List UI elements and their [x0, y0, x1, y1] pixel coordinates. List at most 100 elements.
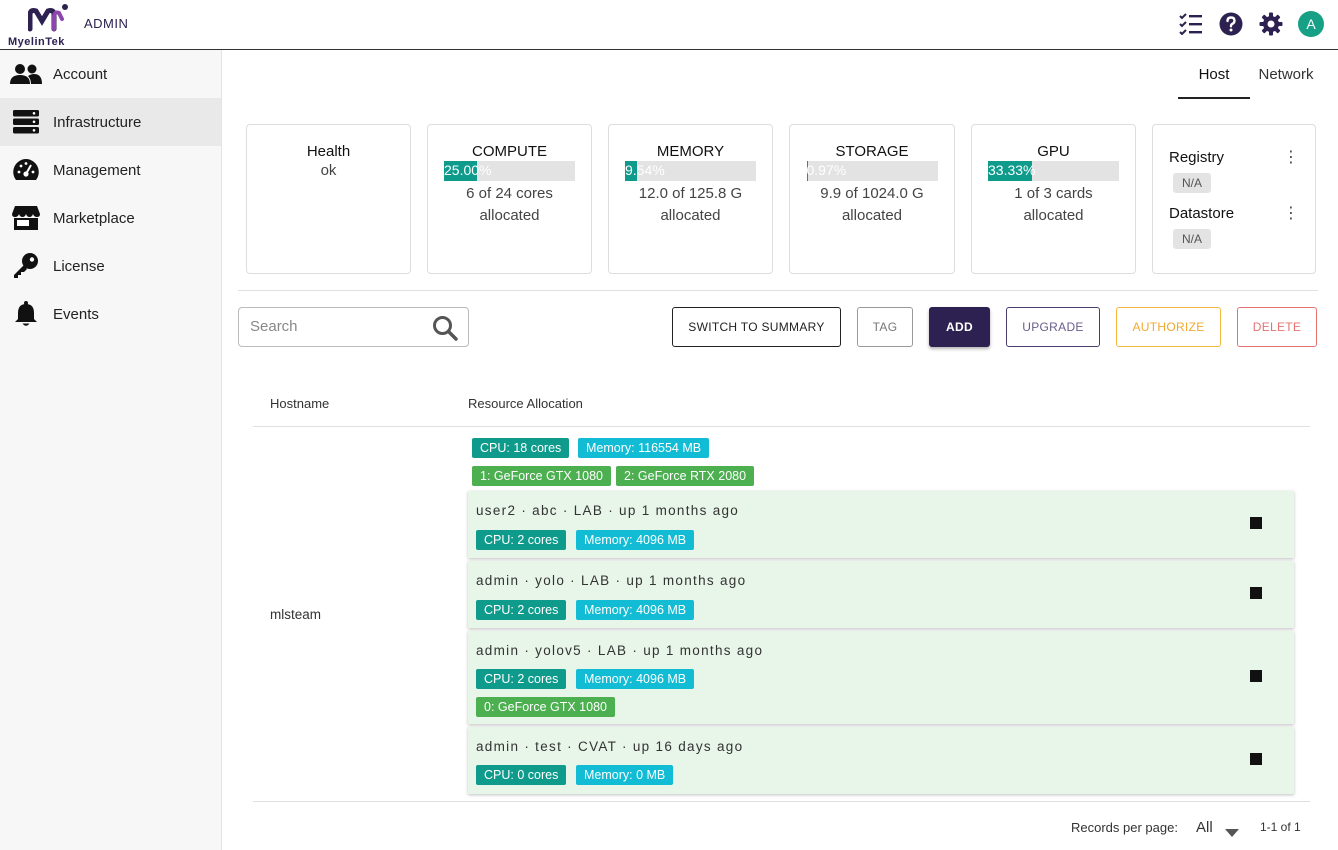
workload-memory-chip: Memory: 4096 MB [576, 530, 695, 550]
gpu-card: GPU 33.33% 1 of 3 cards allocated [971, 124, 1136, 274]
pagination-range: 1-1 of 1 [1260, 820, 1301, 834]
registry-more-icon[interactable]: ⋮ [1283, 147, 1299, 167]
sidebar-item-label: Account [53, 65, 108, 83]
datastore-value-chip: N/A [1173, 229, 1212, 249]
workload-cpu-chip: CPU: 2 cores [476, 669, 567, 689]
gpu-allocated: 1 of 3 cards [1014, 185, 1093, 202]
authorize-button[interactable]: AUTHORIZE [1116, 307, 1221, 347]
storage-progress-bar: 0.97% [806, 161, 938, 181]
table-bottom-divider [253, 801, 1310, 802]
sidebar-item-label: Management [53, 161, 141, 179]
hostname-cell: mlsteam [270, 607, 322, 622]
gpu-progress-bar: 33.33% [988, 161, 1119, 181]
allocated-label: allocated [1023, 207, 1084, 224]
datastore-more-icon[interactable]: ⋮ [1283, 203, 1299, 223]
tag-button[interactable]: TAG [857, 307, 913, 347]
sidebar-item-label: Infrastructure [53, 113, 142, 131]
card-title: Health [306, 143, 351, 160]
main-content: Host Network Health ok COMPUTE 25.00% 6 … [222, 50, 1338, 850]
allocated-label: allocated [660, 207, 721, 224]
chevron-down-icon[interactable] [1225, 825, 1239, 840]
records-per-page-select[interactable]: All [1196, 819, 1213, 836]
registry-label: Registry [1169, 148, 1225, 166]
datastore-label: Datastore [1169, 204, 1235, 222]
search-box [238, 307, 469, 347]
tab-network[interactable]: Network [1250, 62, 1322, 99]
compute-progress-bar: 25.00% [444, 161, 575, 181]
logo-text: MyelinTek [8, 36, 65, 48]
workload-cpu-chip: CPU: 2 cores [476, 600, 567, 620]
column-header-resource-allocation[interactable]: Resource Allocation [468, 396, 583, 411]
storage-allocated: 9.9 of 1024.0 G [820, 185, 924, 202]
workload-title: admin · yolo · LAB · up 1 months ago [476, 573, 747, 588]
server-icon [10, 108, 42, 136]
column-header-hostname[interactable]: Hostname [270, 396, 329, 411]
memory-progress-bar: 9.54% [625, 161, 756, 181]
checklist-icon[interactable] [1178, 11, 1204, 37]
sidebar-item-license[interactable]: License [0, 242, 221, 290]
card-title: MEMORY [656, 143, 725, 160]
sidebar-item-management[interactable]: Management [0, 146, 221, 194]
registry-value-chip: N/A [1173, 173, 1212, 193]
storage-card: STORAGE 0.97% 9.9 of 1024.0 G allocated [789, 124, 955, 274]
host-cpu-chip: CPU: 18 cores [472, 438, 570, 458]
host-gpu-chip: 2: GeForce RTX 2080 [616, 466, 755, 486]
tab-host[interactable]: Host [1178, 62, 1250, 99]
myelintek-logo[interactable]: MyelinTek [8, 3, 86, 48]
memory-allocated: 12.0 of 125.8 G [638, 185, 743, 202]
delete-button[interactable]: DELETE [1237, 307, 1317, 347]
sidebar-item-label: License [53, 257, 105, 275]
bar-percent: 25.00% [444, 162, 492, 178]
stop-icon[interactable] [1250, 753, 1262, 765]
workload-item[interactable]: admin · test · CVAT · up 16 days ago CPU… [468, 727, 1294, 794]
store-icon [10, 204, 42, 232]
key-icon [10, 252, 42, 280]
help-icon[interactable] [1218, 11, 1244, 37]
workload-item[interactable]: admin · yolo · LAB · up 1 months ago CPU… [468, 561, 1294, 628]
stop-icon[interactable] [1250, 670, 1262, 682]
workload-title: admin · yolov5 · LAB · up 1 months ago [476, 643, 764, 658]
sidebar-item-account[interactable]: Account [0, 50, 221, 98]
search-icon[interactable] [432, 315, 458, 346]
bell-icon [10, 300, 42, 328]
workload-title: admin · test · CVAT · up 16 days ago [476, 739, 744, 754]
users-icon [10, 60, 42, 88]
workload-item[interactable]: user2 · abc · LAB · up 1 months ago CPU:… [468, 491, 1294, 558]
workload-memory-chip: Memory: 4096 MB [576, 600, 695, 620]
stop-icon[interactable] [1250, 517, 1262, 529]
bar-percent: 9.54% [625, 162, 665, 178]
sidebar-item-label: Marketplace [53, 209, 135, 227]
workload-gpu-chip: 0: GeForce GTX 1080 [476, 697, 615, 717]
stop-icon[interactable] [1250, 587, 1262, 599]
bar-percent: 0.97% [806, 162, 847, 178]
dashboard-gauge-icon [10, 156, 42, 184]
bar-percent: 33.33% [988, 162, 1036, 178]
divider [238, 290, 1318, 291]
workload-memory-chip: Memory: 4096 MB [576, 669, 695, 689]
settings-icon[interactable] [1258, 11, 1284, 37]
records-per-page-label: Records per page: [1071, 820, 1178, 835]
search-input[interactable] [250, 318, 420, 335]
logo-mark [28, 4, 68, 32]
view-tabs: Host Network [1178, 62, 1322, 99]
upgrade-button[interactable]: UPGRADE [1006, 307, 1100, 347]
sidebar-item-events[interactable]: Events [0, 290, 221, 338]
memory-card: MEMORY 9.54% 12.0 of 125.8 G allocated [608, 124, 773, 274]
sidebar-item-marketplace[interactable]: Marketplace [0, 194, 221, 242]
switch-to-summary-button[interactable]: SWITCH TO SUMMARY [672, 307, 841, 347]
card-title: GPU [1037, 143, 1070, 160]
health-card: Health ok [246, 124, 411, 274]
registry-datastore-card: Registry ⋮ N/A Datastore ⋮ N/A [1152, 124, 1316, 274]
compute-allocated: 6 of 24 cores [466, 185, 553, 202]
workload-cpu-chip: CPU: 0 cores [476, 765, 567, 785]
sidebar: Account Infrastructure Management Market… [0, 50, 222, 850]
workload-title: user2 · abc · LAB · up 1 months ago [476, 503, 740, 518]
add-button[interactable]: ADD [929, 307, 990, 347]
allocated-label: allocated [841, 207, 903, 224]
workload-item[interactable]: admin · yolov5 · LAB · up 1 months ago C… [468, 631, 1294, 724]
card-title: STORAGE [835, 143, 909, 160]
health-value: ok [320, 162, 337, 179]
sidebar-item-infrastructure[interactable]: Infrastructure [0, 98, 221, 146]
top-bar: MyelinTek ADMIN A [0, 0, 1338, 50]
avatar[interactable]: A [1298, 11, 1324, 37]
